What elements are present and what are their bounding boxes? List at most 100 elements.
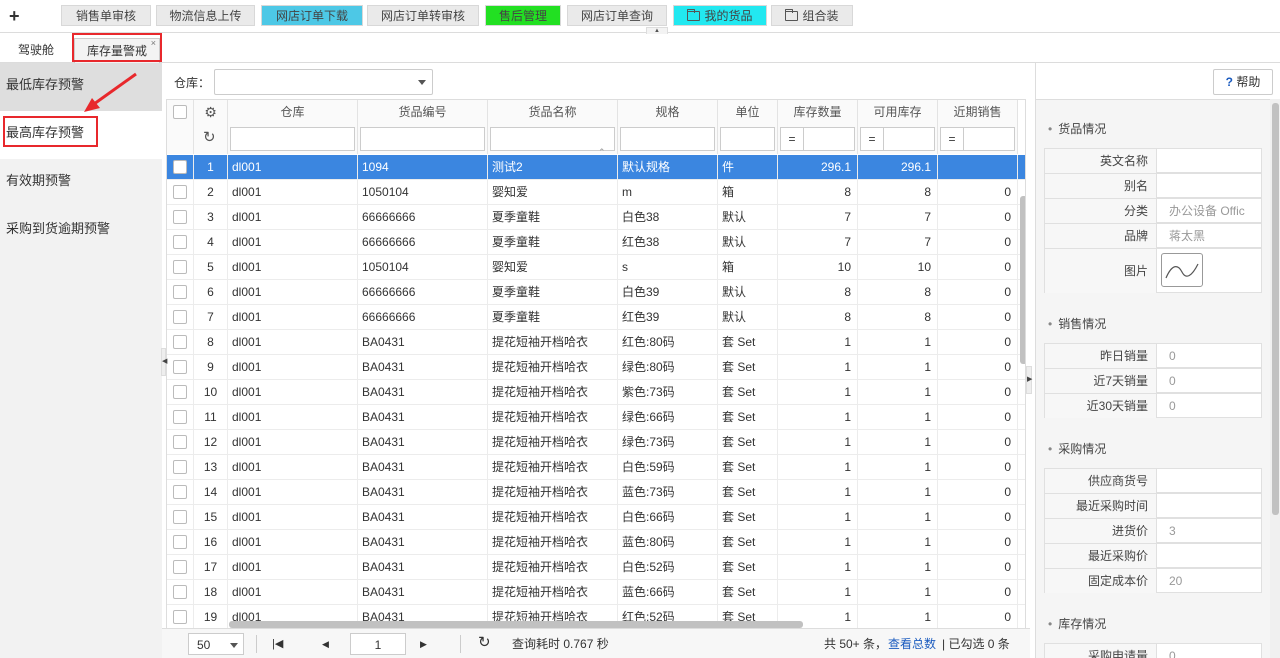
row-checkbox-cell[interactable] — [167, 605, 194, 630]
column-header[interactable]: 规格 — [618, 100, 718, 124]
column-header[interactable]: 可用库存 — [858, 100, 938, 124]
tab-stock-alert[interactable]: 库存量警戒 × — [74, 38, 160, 63]
table-row[interactable]: 9 dl001 BA0431 提花短袖开档哈衣 绿色:80码套 Set 1 1 0 — [167, 355, 1025, 380]
row-checkbox-cell[interactable] — [167, 230, 194, 255]
row-checkbox-cell[interactable] — [167, 380, 194, 405]
view-total-link[interactable]: 查看总数 — [888, 633, 936, 655]
table-row[interactable]: 12 dl001 BA0431 提花短袖开档哈衣 绿色:73码套 Set 1 1 0 — [167, 430, 1025, 455]
row-checkbox-cell[interactable] — [167, 405, 194, 430]
sidebar-item[interactable]: 有效期预警 — [0, 159, 162, 207]
row-checkbox[interactable] — [173, 285, 187, 299]
toolbar-button[interactable]: 销售单审核 — [61, 5, 151, 26]
equals-operator[interactable]: = — [860, 127, 884, 151]
table-row[interactable]: 13 dl001 BA0431 提花短袖开档哈衣 白色:59码套 Set 1 1 0 — [167, 455, 1025, 480]
toolbar-button[interactable]: 网店订单下载 — [261, 5, 363, 26]
filter-input[interactable] — [720, 127, 775, 151]
table-row[interactable]: 2 dl001 1050104 婴知爱 m 箱 8 8 0 — [167, 180, 1025, 205]
filter-input[interactable] — [230, 127, 355, 151]
row-checkbox-cell[interactable] — [167, 580, 194, 605]
table-row[interactable]: 1 dl001 1094 测试2 默认规格件 296.1 296.1 — [167, 155, 1025, 180]
refresh-icon[interactable]: ↻ — [478, 632, 491, 654]
row-checkbox-cell[interactable] — [167, 355, 194, 380]
column-header[interactable]: 货品编号 — [358, 100, 488, 124]
page-number-input[interactable]: 1 — [350, 633, 406, 655]
row-checkbox-cell[interactable] — [167, 330, 194, 355]
row-checkbox-cell[interactable] — [167, 530, 194, 555]
table-row[interactable]: 15 dl001 BA0431 提花短袖开档哈衣 白色:66码套 Set 1 1 0 — [167, 505, 1025, 530]
row-checkbox-cell[interactable] — [167, 155, 194, 180]
row-checkbox-cell[interactable] — [167, 480, 194, 505]
sidebar-item[interactable]: 采购到货逾期预警 — [0, 207, 162, 255]
row-checkbox-cell[interactable] — [167, 255, 194, 280]
select-all-header[interactable] — [167, 100, 194, 124]
row-checkbox[interactable] — [173, 160, 187, 174]
horizontal-scrollbar[interactable] — [229, 621, 803, 628]
row-checkbox[interactable] — [173, 260, 187, 274]
filter-input[interactable] — [964, 127, 1015, 151]
row-checkbox-cell[interactable] — [167, 455, 194, 480]
filter-input[interactable] — [884, 127, 935, 151]
toolbar-button[interactable]: 售后管理 — [485, 5, 561, 26]
row-checkbox-cell[interactable] — [167, 280, 194, 305]
row-checkbox[interactable] — [173, 435, 187, 449]
table-row[interactable]: 14 dl001 BA0431 提花短袖开档哈衣 蓝色:73码套 Set 1 1 0 — [167, 480, 1025, 505]
table-row[interactable]: 11 dl001 BA0431 提花短袖开档哈衣 绿色:66码套 Set 1 1 0 — [167, 405, 1025, 430]
collapse-right-icon[interactable]: ▶ — [1026, 366, 1032, 394]
row-checkbox[interactable] — [173, 560, 187, 574]
row-checkbox[interactable] — [173, 460, 187, 474]
row-checkbox[interactable] — [173, 335, 187, 349]
sidebar-item[interactable]: 最高库存预警 — [0, 111, 162, 159]
image-placeholder-icon[interactable] — [1161, 253, 1203, 287]
next-page-icon[interactable]: ▶ — [420, 633, 427, 655]
table-row[interactable]: 17 dl001 BA0431 提花短袖开档哈衣 白色:52码套 Set 1 1 0 — [167, 555, 1025, 580]
filter-input[interactable] — [620, 127, 715, 151]
settings-header[interactable]: ⚙ — [194, 100, 228, 124]
table-row[interactable]: 6 dl001 66666666 夏季童鞋 白色39 默认 8 8 0 — [167, 280, 1025, 305]
equals-operator[interactable]: = — [940, 127, 964, 151]
equals-operator[interactable]: = — [780, 127, 804, 151]
toolbar-button[interactable]: 物流信息上传 — [156, 5, 255, 26]
row-checkbox[interactable] — [173, 410, 187, 424]
filter-input[interactable] — [490, 127, 615, 151]
row-checkbox[interactable] — [173, 310, 187, 324]
toolbar-button[interactable]: 网店订单转审核 — [367, 5, 479, 26]
help-button[interactable]: ? 帮助 — [1213, 69, 1273, 95]
table-row[interactable]: 3 dl001 66666666 夏季童鞋 白色38 默认 7 7 0 — [167, 205, 1025, 230]
table-row[interactable]: 5 dl001 1050104 婴知爱 s 箱 10 10 0 — [167, 255, 1025, 280]
collapse-toolbar-icon[interactable]: ▲ — [646, 27, 668, 34]
add-icon[interactable]: + — [9, 6, 20, 26]
prev-page-icon[interactable]: ◀ — [322, 633, 329, 655]
row-checkbox[interactable] — [173, 610, 187, 624]
collapse-left-icon[interactable]: ◀ — [161, 348, 167, 376]
row-checkbox[interactable] — [173, 485, 187, 499]
toolbar-button[interactable]: 网店订单查询 — [567, 5, 667, 26]
vertical-scrollbar[interactable] — [1020, 196, 1025, 364]
row-checkbox[interactable] — [173, 385, 187, 399]
select-all-checkbox[interactable] — [173, 105, 187, 119]
table-row[interactable]: 8 dl001 BA0431 提花短袖开档哈衣 红色:80码套 Set 1 1 0 — [167, 330, 1025, 355]
column-header[interactable]: 仓库 — [228, 100, 358, 124]
table-row[interactable]: 4 dl001 66666666 夏季童鞋 红色38 默认 7 7 0 — [167, 230, 1025, 255]
table-row[interactable]: 16 dl001 BA0431 提花短袖开档哈衣 蓝色:80码套 Set 1 1 0 — [167, 530, 1025, 555]
close-icon[interactable]: × — [151, 31, 156, 56]
table-row[interactable]: 10 dl001 BA0431 提花短袖开档哈衣 紫色:73码套 Set 1 1 0 — [167, 380, 1025, 405]
row-checkbox[interactable] — [173, 360, 187, 374]
panel-scrollbar[interactable] — [1270, 99, 1280, 658]
warehouse-select[interactable] — [214, 69, 433, 95]
column-header[interactable]: 库存数量 — [778, 100, 858, 124]
row-checkbox-cell[interactable] — [167, 305, 194, 330]
column-header[interactable]: 近期销售 — [938, 100, 1018, 124]
tab-cockpit[interactable]: 驾驶舱 — [5, 38, 67, 63]
column-header[interactable]: 单位 — [718, 100, 778, 124]
row-checkbox-cell[interactable] — [167, 505, 194, 530]
row-checkbox-cell[interactable] — [167, 180, 194, 205]
row-checkbox[interactable] — [173, 510, 187, 524]
table-row[interactable]: 7 dl001 66666666 夏季童鞋 红色39 默认 8 8 0 — [167, 305, 1025, 330]
row-checkbox[interactable] — [173, 235, 187, 249]
toolbar-button[interactable]: 组合装 — [771, 5, 853, 26]
filter-input[interactable] — [360, 127, 485, 151]
row-checkbox-cell[interactable] — [167, 430, 194, 455]
row-checkbox[interactable] — [173, 185, 187, 199]
toolbar-button[interactable]: 我的货品 — [673, 5, 767, 26]
first-page-icon[interactable]: |◀ — [272, 633, 283, 655]
